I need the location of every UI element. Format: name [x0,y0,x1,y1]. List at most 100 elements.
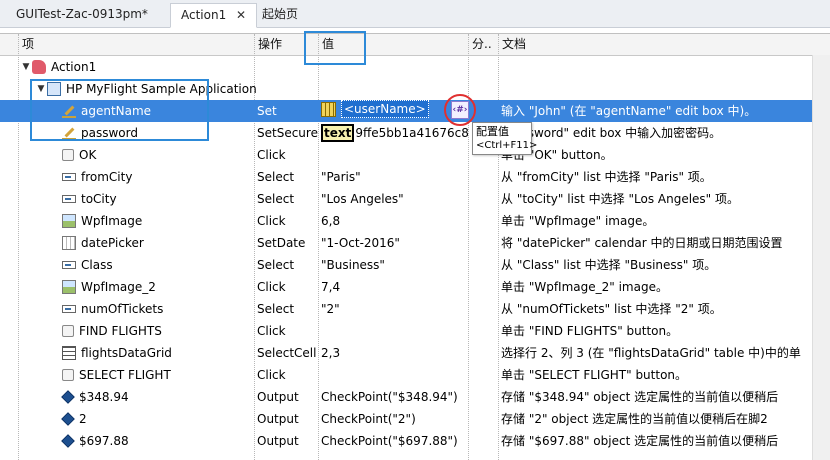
column-header-documentation[interactable]: 文档 [498,34,812,55]
value-cell[interactable]: "Business" [321,254,469,276]
value-cell[interactable]: "1-Oct-2016" [321,232,469,254]
editor-tab-bar: GUITest-Zac-0913pm* Action1 ✕ 起始页 [0,0,830,28]
close-icon[interactable]: ✕ [236,8,246,22]
table-row[interactable]: FIND FLIGHTS Click 单击 "FIND FLIGHTS" butto… [0,320,812,342]
table-row[interactable]: WpfImage Click 6,8 单击 "WpfImage" image。 [0,210,812,232]
tree-node[interactable]: $348.94 [50,386,129,408]
tab-start-page-label: 起始页 [262,7,299,21]
table-row[interactable]: SELECT FLIGHT Click 单击 "SELECT FLIGHT" but… [0,364,812,386]
table-row[interactable]: toCity Select "Los Angeles" 从 "toCity" list… [0,188,812,210]
tree-node[interactable]: datePicker [50,232,144,254]
value-cell[interactable]: 6,8 [321,210,469,232]
tree-node[interactable]: WpfImage_2 [50,276,156,298]
operation-cell[interactable]: SetSecure [257,122,319,144]
value-cell[interactable]: CheckPoint("$697.88") [321,430,469,452]
operation-cell[interactable]: Click [257,210,319,232]
value-parameter-text[interactable]: <userName> [341,100,429,118]
operation-cell[interactable] [257,78,319,100]
value-cell[interactable] [321,320,469,342]
table-row[interactable]: OK Click 单击 "OK" button。 [0,144,812,166]
documentation-cell: 单击 "FIND FLIGHTS" button。 [501,324,679,338]
tree-node[interactable]: 2 [50,408,87,430]
tab-guitest[interactable]: GUITest-Zac-0913pm* [6,3,158,28]
value-cell[interactable]: text 9ffe5bb1a41676c8e [321,122,469,144]
tree-node[interactable]: numOfTickets [50,298,163,320]
column-header-item[interactable]: 项 [18,34,254,55]
tree-node[interactable]: FIND FLIGHTS [50,320,162,342]
value-cell[interactable] [321,364,469,386]
operation-cell[interactable]: Click [257,276,319,298]
tree-node[interactable]: OK [50,144,96,166]
tab-action1[interactable]: Action1 ✕ [170,3,258,28]
tree-node[interactable]: flightsDataGrid [50,342,172,364]
value-cell[interactable]: 2,3 [321,342,469,364]
tree-node[interactable]: fromCity [50,166,132,188]
table-row[interactable]: Class Select "Business" 从 "Class" list 中选择 … [0,254,812,276]
list-icon [62,173,76,181]
operation-cell[interactable]: Output [257,386,319,408]
operation-cell[interactable]: Select [257,254,319,276]
value-cell[interactable] [321,144,469,166]
documentation-cell: 从 "numOfTickets" list 中选择 "2" 项。 [501,302,722,316]
table-row[interactable]: ▼ Action1 [0,56,812,78]
item-name: WpfImage_2 [81,280,156,294]
item-name: WpfImage [81,214,143,228]
tooltip-title: 配置值 [476,125,509,138]
operation-cell[interactable]: SelectCell [257,342,319,364]
expand-toggle-icon[interactable]: ▼ [20,56,32,78]
operation-cell[interactable]: SetDate [257,232,319,254]
table-row[interactable]: fromCity Select "Paris" 从 "fromCity" list 中… [0,166,812,188]
documentation-cell: 单击 "SELECT FLIGHT" button。 [501,368,688,382]
operation-cell[interactable]: Click [257,320,319,342]
object-highlight [30,79,209,141]
operation-cell[interactable]: Output [257,430,319,452]
operation-cell[interactable]: Set [257,100,319,122]
column-header-comment[interactable]: 分.. [468,34,498,55]
value-cell[interactable]: "2" [321,298,469,320]
item-name: datePicker [81,236,144,250]
table-row[interactable]: flightsDataGrid SelectCell 2,3 选择行 2、列 3 (在… [0,342,812,364]
operation-cell[interactable]: Click [257,144,319,166]
tree-node[interactable]: Class [50,254,113,276]
documentation-cell: "password" edit box 中输入加密密码。 [501,126,722,140]
operation-cell[interactable]: Click [257,364,319,386]
value-text: 9ffe5bb1a41676c8e [355,126,469,140]
tree-node[interactable]: toCity [50,188,117,210]
value-cell[interactable] [321,78,469,100]
value-cell[interactable]: "Paris" [321,166,469,188]
item-name: flightsDataGrid [81,346,172,360]
table-row[interactable]: WpfImage_2 Click 7,4 单击 "WpfImage_2" image。 [0,276,812,298]
table-row[interactable]: $348.94 Output CheckPoint("$348.94") 存储 "$3… [0,386,812,408]
tab-start-page[interactable]: 起始页 [252,3,308,28]
table-row[interactable]: datePicker SetDate "1-Oct-2016" 将 "datePick… [0,232,812,254]
operation-cell[interactable]: Select [257,166,319,188]
item-name: numOfTickets [81,302,164,316]
documentation-cell: 从 "fromCity" list 中选择 "Paris" 项。 [501,170,712,184]
item-name: FIND FLIGHTS [79,324,162,338]
tree-node[interactable]: ▼ Action1 [20,56,96,78]
operation-cell[interactable]: Select [257,188,319,210]
documentation-cell: 存储 "$348.94" object 选定属性的当前值以便稍后 [501,390,779,404]
documentation-cell [501,78,812,100]
tree-node[interactable]: SELECT FLIGHT [50,364,171,386]
item-name: toCity [81,192,117,206]
vertical-scrollbar[interactable] [812,55,830,460]
value-parameter-editor[interactable]: <userName> [321,100,429,118]
documentation-cell: 单击 "WpfImage" image。 [501,214,655,228]
button-icon [62,149,74,161]
operation-cell[interactable]: Select [257,298,319,320]
tree-node[interactable]: $697.88 [50,430,129,452]
list-icon [62,195,76,203]
value-cell[interactable]: "Los Angeles" [321,188,469,210]
tree-node[interactable]: WpfImage [50,210,142,232]
item-name: Class [81,258,113,272]
table-row[interactable]: 2 Output CheckPoint("2") 存储 "2" object 选定属性… [0,408,812,430]
button-icon [62,325,74,337]
button-icon [62,369,74,381]
table-row[interactable]: $697.88 Output CheckPoint("$697.88") 存储 "$6… [0,430,812,452]
value-cell[interactable]: CheckPoint("$348.94") [321,386,469,408]
value-cell[interactable]: CheckPoint("2") [321,408,469,430]
operation-cell[interactable]: Output [257,408,319,430]
value-cell[interactable]: 7,4 [321,276,469,298]
table-row[interactable]: numOfTickets Select "2" 从 "numOfTickets" li… [0,298,812,320]
